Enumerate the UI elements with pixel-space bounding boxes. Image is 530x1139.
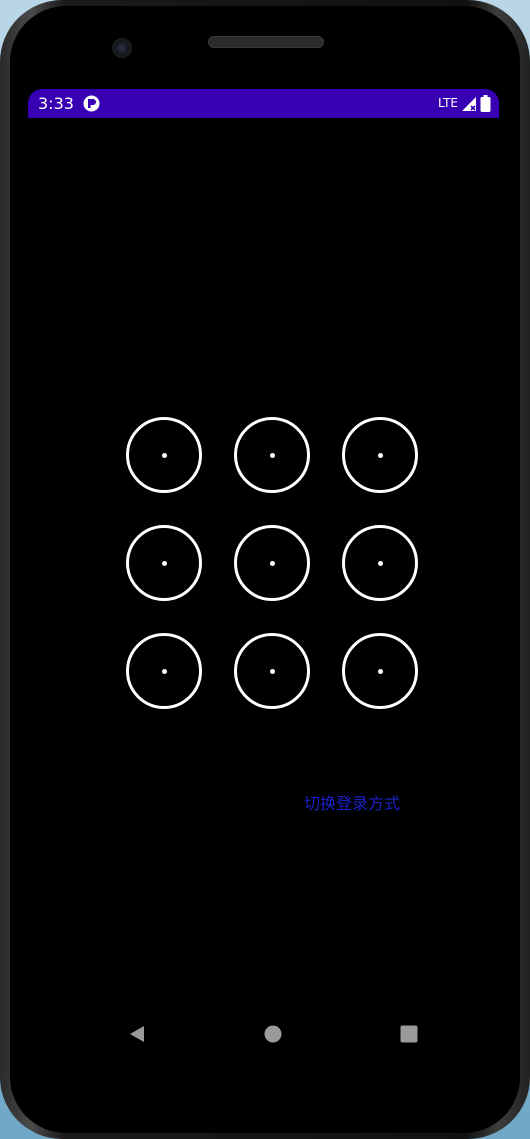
earpiece-speaker [208, 36, 324, 48]
pattern-node-3[interactable] [342, 417, 418, 493]
back-icon [130, 1026, 144, 1042]
status-indicators: LTE [438, 94, 491, 113]
switch-login-method-link[interactable]: 切换登录方式 [304, 792, 400, 816]
front-camera [112, 38, 132, 58]
pattern-node-6[interactable] [342, 525, 418, 601]
pattern-node-dot [269, 452, 275, 458]
pattern-node-dot [161, 560, 167, 566]
status-bar: 3:33 LTE [28, 89, 499, 118]
navigation-bar [28, 1006, 499, 1062]
pattern-node-1[interactable] [126, 417, 202, 493]
pattern-lock-screen: 切换登录方式 [28, 118, 499, 1078]
phone-frame: 3:33 LTE 切换登录方式 [0, 0, 530, 1139]
pattern-node-dot [269, 668, 275, 674]
phone-body: 3:33 LTE 切换登录方式 [10, 6, 520, 1133]
pattern-lock-grid[interactable] [126, 417, 421, 712]
recents-icon [400, 1025, 418, 1043]
pattern-node-2[interactable] [234, 417, 310, 493]
pattern-node-4[interactable] [126, 525, 202, 601]
status-time: 3:33 [38, 94, 74, 113]
network-type-label: LTE [438, 96, 458, 110]
home-button[interactable] [259, 1020, 287, 1048]
pattern-node-8[interactable] [234, 633, 310, 709]
battery-icon [480, 95, 491, 112]
pattern-node-dot [377, 668, 383, 674]
pattern-node-dot [161, 452, 167, 458]
pattern-node-dot [377, 560, 383, 566]
pattern-node-9[interactable] [342, 633, 418, 709]
app-notification-icon [83, 95, 100, 112]
pattern-node-5[interactable] [234, 525, 310, 601]
recents-button[interactable] [395, 1020, 423, 1048]
pattern-node-7[interactable] [126, 633, 202, 709]
pattern-node-dot [377, 452, 383, 458]
back-button[interactable] [123, 1020, 151, 1048]
signal-icon [462, 96, 476, 111]
home-icon [264, 1025, 282, 1043]
pattern-node-dot [269, 560, 275, 566]
pattern-node-dot [161, 668, 167, 674]
